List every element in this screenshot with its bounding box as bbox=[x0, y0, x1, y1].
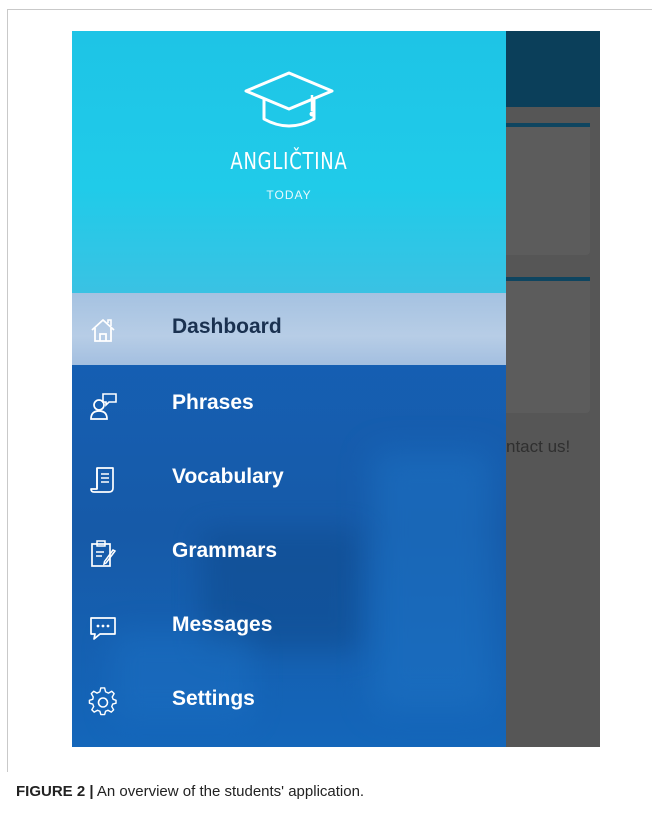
graduation-cap-icon bbox=[244, 71, 334, 128]
figure-frame-top bbox=[7, 9, 652, 10]
app-screenshot: ntact us! ANGLIČTINA TODAY Dashboard Phr… bbox=[72, 31, 600, 747]
gear-icon bbox=[88, 687, 117, 716]
drawer-header: ANGLIČTINA TODAY bbox=[72, 31, 506, 293]
menu-label-messages: Messages bbox=[172, 613, 273, 636]
chat-bubble-icon bbox=[90, 617, 116, 640]
navigation-drawer: ANGLIČTINA TODAY Dashboard Phrases Vocab… bbox=[72, 31, 506, 747]
figure-frame-left bbox=[7, 9, 8, 772]
menu-item-phrases[interactable]: Phrases bbox=[72, 369, 506, 441]
clipboard-edit-icon bbox=[91, 540, 117, 567]
menu-item-vocabulary[interactable]: Vocabulary bbox=[72, 443, 506, 515]
caption-text: An overview of the students' application… bbox=[96, 783, 365, 800]
figure-caption: FIGURE 2 | An overview of the students' … bbox=[16, 783, 364, 800]
home-icon bbox=[91, 319, 115, 342]
caption-separator: | bbox=[89, 783, 94, 800]
logo-subtitle: TODAY bbox=[266, 188, 312, 202]
menu-item-messages[interactable]: Messages bbox=[72, 591, 506, 663]
menu-item-settings[interactable]: Settings bbox=[72, 665, 506, 737]
figure-label: FIGURE 2 bbox=[16, 783, 86, 800]
speech-person-icon bbox=[90, 393, 117, 420]
scroll-book-icon bbox=[90, 467, 114, 493]
background-content: ntact us! bbox=[506, 31, 600, 747]
menu-label-grammars: Grammars bbox=[172, 539, 278, 562]
menu-label-phrases: Phrases bbox=[172, 391, 254, 414]
logo-title: ANGLIČTINA bbox=[230, 149, 348, 175]
content-card[interactable] bbox=[506, 277, 590, 413]
app-bar bbox=[506, 31, 600, 107]
menu-item-grammars[interactable]: Grammars bbox=[72, 517, 506, 589]
content-card[interactable] bbox=[506, 123, 590, 255]
contact-link[interactable]: ntact us! bbox=[506, 437, 570, 457]
menu-label-dashboard: Dashboard bbox=[172, 315, 282, 338]
menu-item-dashboard[interactable]: Dashboard bbox=[72, 293, 506, 365]
menu-label-settings: Settings bbox=[172, 687, 255, 710]
menu-label-vocabulary: Vocabulary bbox=[172, 465, 284, 488]
